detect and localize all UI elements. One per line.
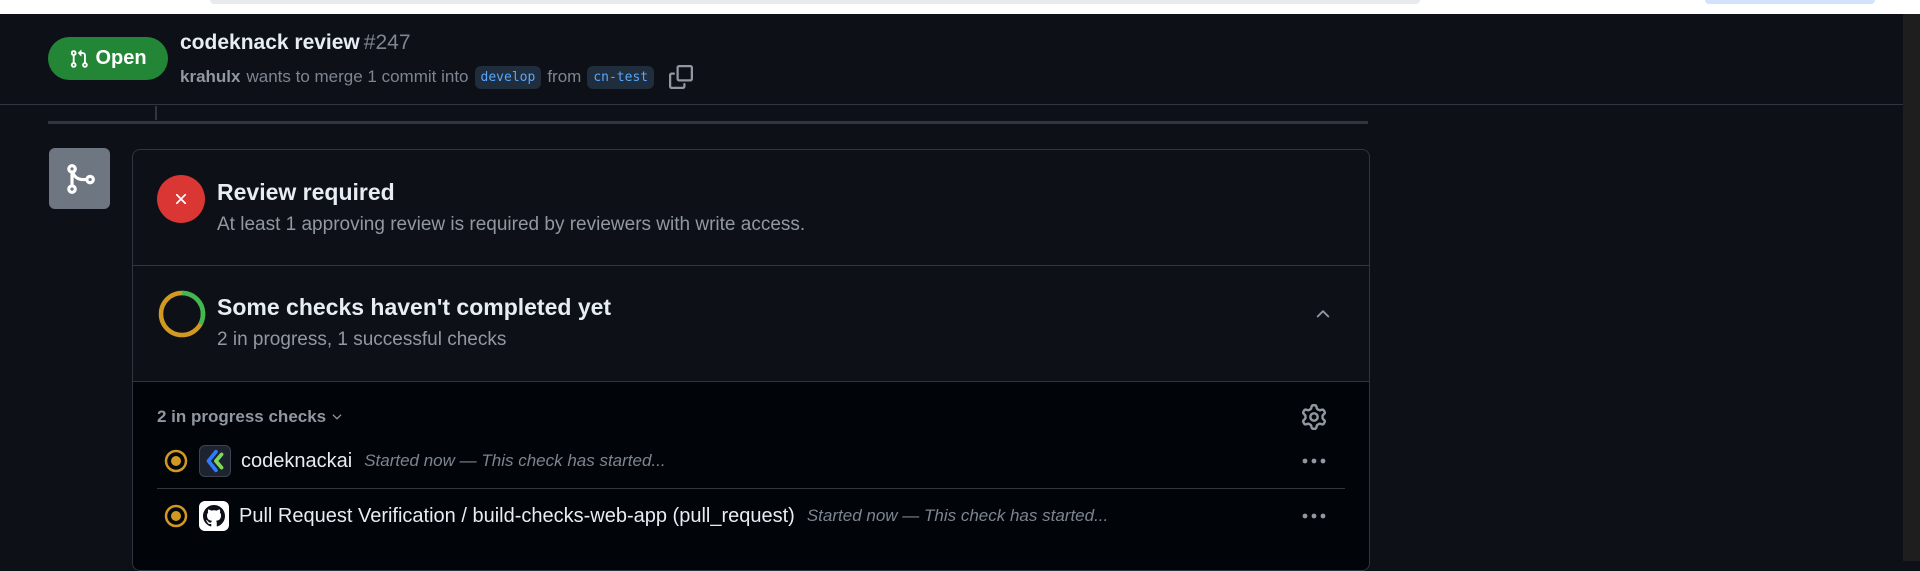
review-required-subtitle: At least 1 approving review is required …: [217, 214, 806, 235]
check-list-section: 2 in progress checks codeknackai Started…: [133, 382, 1369, 570]
pr-number: #247: [363, 31, 411, 54]
page-scrollbar[interactable]: [1903, 14, 1920, 561]
address-bar-edge[interactable]: [210, 0, 1420, 4]
pr-title-line: codeknack review #247: [180, 31, 411, 55]
pr-sticky-header: Open codeknack review #247 krahulx wants …: [0, 14, 1903, 105]
check-name[interactable]: Pull Request Verification / build-checks…: [239, 505, 795, 528]
browser-button-edge[interactable]: [1705, 0, 1875, 4]
copy-icon: [669, 65, 694, 89]
checks-progress-ring-icon: [158, 290, 206, 338]
git-pull-request-icon: [71, 49, 89, 68]
from-text: from: [547, 67, 582, 86]
pr-state-badge: Open: [48, 37, 168, 80]
chevron-down-icon: [332, 414, 342, 420]
checks-summary-title: Some checks haven't completed yet: [217, 294, 612, 320]
github-logo-icon: [199, 501, 229, 531]
pr-title[interactable]: codeknack review: [180, 31, 360, 54]
timeline-divider: [48, 121, 1368, 124]
checks-summary-section[interactable]: Some checks haven't completed yet 2 in p…: [133, 266, 1369, 382]
check-description: Started now — This check has started...: [364, 451, 666, 470]
head-branch-label[interactable]: cn-test: [587, 65, 655, 89]
base-branch-label[interactable]: develop: [474, 65, 542, 89]
review-failed-status: [157, 175, 205, 223]
review-required-title: Review required: [217, 179, 395, 205]
codeknack-logo-icon: [199, 445, 231, 477]
review-required-section: Review required At least 1 approving rev…: [133, 150, 1369, 266]
pr-state-label: Open: [95, 47, 147, 69]
in-progress-checks-label: 2 in progress checks: [157, 407, 327, 426]
copy-branch-button[interactable]: [668, 64, 694, 90]
merge-description: wants to merge 1 commit into: [246, 67, 469, 86]
check-name[interactable]: codeknackai: [241, 450, 352, 473]
merge-status-avatar: [49, 148, 110, 209]
pending-status-icon: [164, 504, 188, 528]
pending-status-icon: [164, 449, 188, 473]
check-row[interactable]: codeknackai Started now — This check has…: [157, 434, 1345, 489]
kebab-horizontal-icon[interactable]: [1301, 450, 1327, 472]
checks-summary-subtitle: 2 in progress, 1 successful checks: [217, 329, 507, 350]
git-merge-icon: [66, 163, 95, 194]
merge-box: Review required At least 1 approving rev…: [132, 149, 1370, 571]
in-progress-checks-toggle[interactable]: 2 in progress checks: [157, 407, 344, 427]
x-icon: [175, 193, 187, 205]
pr-merge-summary: krahulx wants to merge 1 commit into dev…: [180, 62, 694, 92]
kebab-horizontal-icon[interactable]: [1301, 505, 1327, 527]
chevron-up-icon[interactable]: [1313, 304, 1333, 324]
check-row[interactable]: Pull Request Verification / build-checks…: [157, 489, 1345, 543]
timeline-connector: [155, 106, 157, 120]
check-description: Started now — This check has started...: [806, 506, 1109, 525]
pr-author-link[interactable]: krahulx: [180, 67, 240, 87]
gear-icon[interactable]: [1301, 404, 1327, 430]
browser-chrome-strip: [0, 0, 1920, 14]
